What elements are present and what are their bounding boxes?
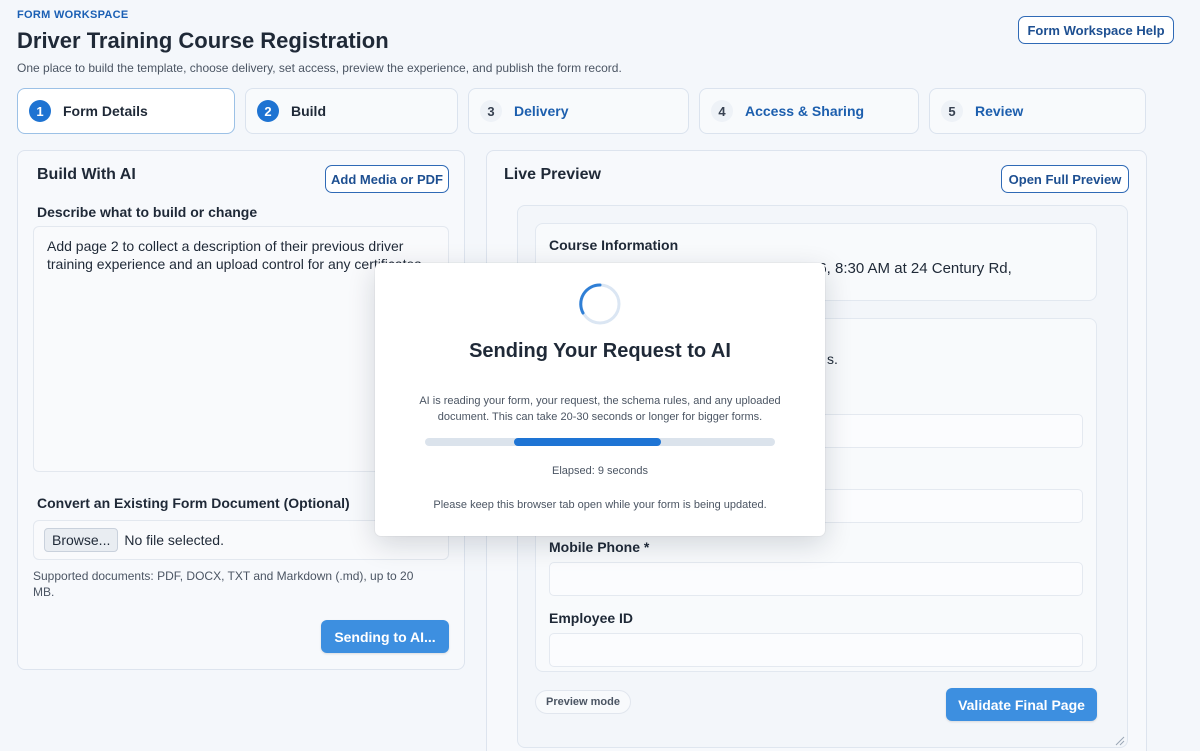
workspace-help-button[interactable]: Form Workspace Help [1018, 16, 1174, 44]
course-information-title: Course Information [549, 237, 679, 253]
preview-mode-badge: Preview mode [535, 690, 631, 714]
convert-document-label: Convert an Existing Form Document (Optio… [37, 495, 350, 511]
resize-handle-icon[interactable] [1115, 736, 1125, 746]
step-number: 5 [941, 100, 963, 122]
progress-bar [425, 438, 775, 446]
loading-spinner-icon [579, 283, 621, 325]
elapsed-time: Elapsed: 9 seconds [551, 465, 648, 477]
step-build[interactable]: 2 Build [245, 88, 458, 134]
supported-documents-text: Supported documents: PDF, DOCX, TXT and … [33, 569, 414, 599]
step-number: 2 [257, 100, 279, 122]
workspace-eyebrow: FORM WORKSPACE [17, 9, 129, 21]
preview-panel-title: Live Preview [504, 166, 601, 183]
open-full-preview-button[interactable]: Open Full Preview [1001, 165, 1129, 193]
describe-label: Describe what to build or change [37, 204, 258, 220]
step-label: Build [291, 103, 326, 119]
step-number: 4 [711, 100, 733, 122]
page-title: Driver Training Course Registration [17, 28, 389, 53]
step-label: Review [975, 103, 1024, 119]
page-subtitle: One place to build the template, choose … [17, 61, 622, 75]
step-label: Form Details [63, 103, 148, 119]
step-label: Access & Sharing [745, 103, 865, 119]
step-number: 3 [480, 100, 502, 122]
progress-fill [514, 438, 662, 446]
modal-title: Sending Your Request to AI [469, 340, 731, 362]
step-number: 1 [29, 100, 51, 122]
validate-final-page-button[interactable]: Validate Final Page [946, 688, 1097, 721]
employee-id-label: Employee ID [549, 610, 634, 626]
keep-tab-open-note: Please keep this browser tab open while … [433, 499, 767, 511]
employee-id-input[interactable] [549, 633, 1083, 667]
modal-description: AI is reading your form, your request, t… [419, 395, 781, 423]
card-description-text: s. [827, 351, 838, 367]
step-label: Delivery [514, 103, 569, 119]
step-form-details[interactable]: 1 Form Details [17, 88, 235, 134]
step-review[interactable]: 5 Review [929, 88, 1146, 134]
add-media-button[interactable]: Add Media or PDF [325, 165, 449, 193]
mobile-phone-input[interactable] [549, 562, 1083, 596]
build-panel-title: Build With AI [37, 166, 136, 183]
browse-button[interactable]: Browse... [44, 528, 119, 552]
step-access-sharing[interactable]: 4 Access & Sharing [699, 88, 919, 134]
course-information-text: 26, 8:30 AM at 24 Century Rd, [810, 260, 1012, 277]
step-delivery[interactable]: 3 Delivery [468, 88, 689, 134]
file-status: No file selected. [124, 532, 224, 548]
send-to-ai-button[interactable]: Sending to AI... [321, 620, 449, 653]
mobile-phone-label: Mobile Phone * [549, 539, 650, 555]
sending-request-modal: Sending Your Request to AI AI is reading… [375, 263, 825, 536]
